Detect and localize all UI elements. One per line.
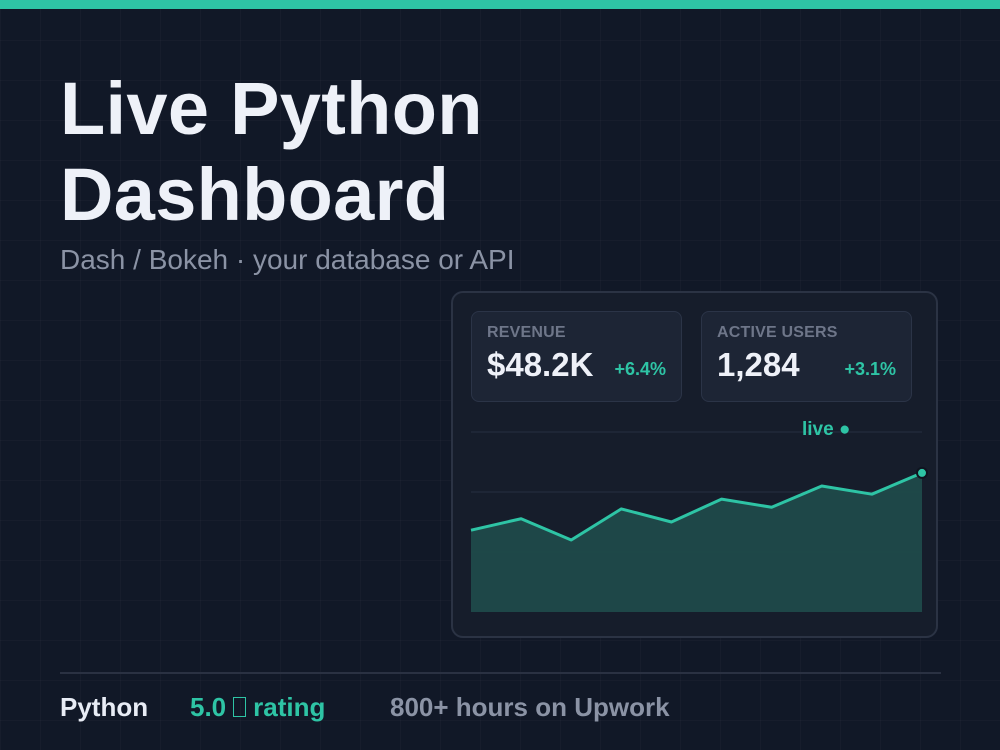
page-subtitle: Dash / Bokeh · your database or API [60,244,515,275]
footer-language: Python [60,692,149,722]
page-title: Live Python Dashboard [60,66,483,238]
chart-last-point [916,466,928,479]
footer-hours: 800+ hours on Upwork [390,692,670,722]
footer-rating: 5.0 rating [190,692,325,722]
footer-divider [60,672,941,674]
rating-value: 5.0 [190,692,227,722]
page-title-line-2: Dashboard [60,153,450,236]
dashboard-preview-card: REVENUE $48.2K +6.4% ACTIVE USERS 1,284 … [451,291,938,638]
live-indicator: live ● [802,419,851,440]
star-icon [233,697,247,717]
live-area-chart [470,431,928,612]
chart-area-fill [471,472,922,612]
top-accent-bar [0,0,1000,9]
rating-label: rating [253,692,326,722]
page-title-line-1: Live Python [60,67,483,150]
